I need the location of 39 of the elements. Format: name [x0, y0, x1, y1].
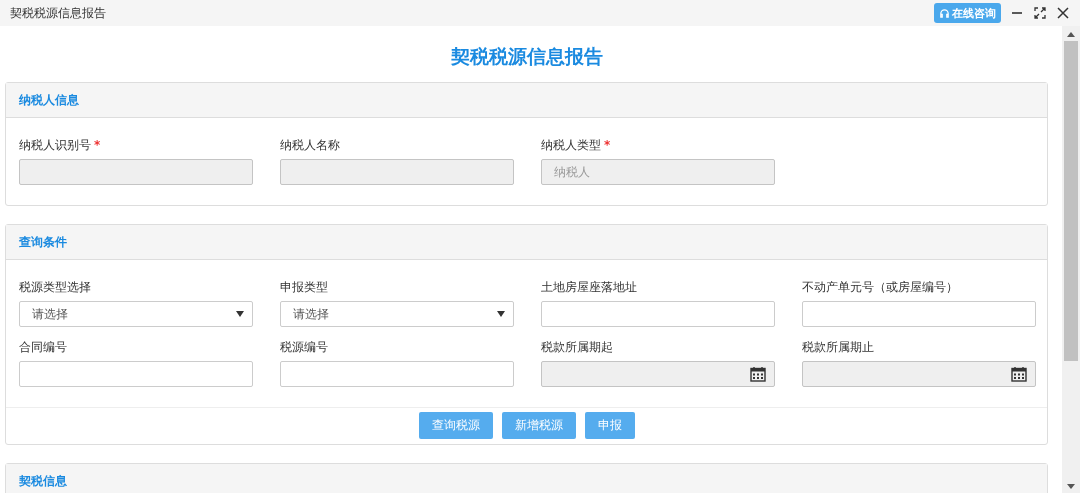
action-button[interactable]: 查询税源: [418, 412, 493, 439]
panel-title: 纳税人信息: [19, 91, 79, 109]
input-field[interactable]: [19, 361, 253, 387]
calendar-icon: [750, 366, 766, 382]
online-consult-button[interactable]: 在线咨询: [934, 3, 1001, 23]
field-label: 不动产单元号（或房屋编号）: [802, 278, 958, 296]
select-field[interactable]: 请选择: [280, 301, 514, 327]
dropdown-caret-icon: [236, 311, 244, 317]
headset-icon: [939, 7, 950, 19]
calendar-icon: [1011, 366, 1027, 382]
select-field[interactable]: 请选择: [19, 301, 253, 327]
required-mark: *: [604, 138, 611, 152]
maximize-icon[interactable]: [1033, 6, 1047, 20]
input-field[interactable]: [541, 301, 775, 327]
required-mark: *: [94, 138, 101, 152]
window-title: 契税税源信息报告: [10, 4, 106, 22]
page-title: 契税税源信息报告: [449, 44, 604, 69]
dropdown-caret-icon: [497, 311, 505, 317]
field-label: 税源编号: [280, 338, 328, 356]
scroll-up-icon[interactable]: [1067, 32, 1075, 37]
field-label: 土地房屋座落地址: [541, 278, 637, 296]
field-label: 纳税人类型: [541, 136, 601, 154]
action-button[interactable]: 申报: [584, 412, 635, 439]
input-field[interactable]: [802, 301, 1036, 327]
field-label: 纳税人名称: [280, 136, 340, 154]
panel-title: 契税信息: [19, 472, 67, 490]
field-label: 税款所属期起: [541, 338, 613, 356]
field-label: 税款所属期止: [802, 338, 874, 356]
close-icon[interactable]: [1056, 6, 1070, 20]
scroll-down-icon[interactable]: [1067, 484, 1075, 489]
scrollbar[interactable]: [1062, 26, 1080, 493]
field-label: 税源类型选择: [19, 278, 91, 296]
panel-title: 查询条件: [19, 233, 67, 251]
field-label: 纳税人识别号: [19, 136, 91, 154]
action-button[interactable]: 新增税源: [501, 412, 576, 439]
input-field[interactable]: [280, 361, 514, 387]
scrollbar-thumb[interactable]: [1064, 41, 1078, 361]
field-label: 合同编号: [19, 338, 67, 356]
field-label: 申报类型: [280, 278, 328, 296]
